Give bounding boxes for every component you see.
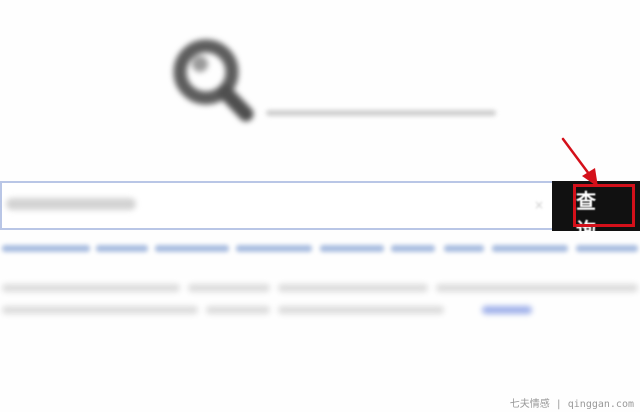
query-button-label: 查 询	[576, 189, 602, 242]
magnifier-logo-icon	[168, 34, 258, 130]
clear-input-icon[interactable]: ×	[531, 196, 547, 214]
search-input-value	[6, 198, 136, 210]
quick-link[interactable]	[492, 245, 568, 252]
quick-links-row	[0, 245, 640, 257]
logo-subtitle	[266, 110, 496, 116]
quick-link[interactable]	[444, 245, 484, 252]
site-logo	[168, 34, 496, 124]
quick-link[interactable]	[320, 245, 384, 252]
quick-link[interactable]	[576, 245, 638, 252]
query-button[interactable]: 查 询	[552, 181, 640, 242]
quick-link[interactable]	[2, 245, 90, 252]
quick-link[interactable]	[391, 245, 435, 252]
description-link[interactable]	[482, 306, 532, 314]
quick-link[interactable]	[236, 245, 312, 252]
quick-link[interactable]	[155, 245, 229, 252]
site-watermark: 七夫情感 | qinggan.com	[509, 399, 634, 410]
quick-link[interactable]	[96, 245, 148, 252]
